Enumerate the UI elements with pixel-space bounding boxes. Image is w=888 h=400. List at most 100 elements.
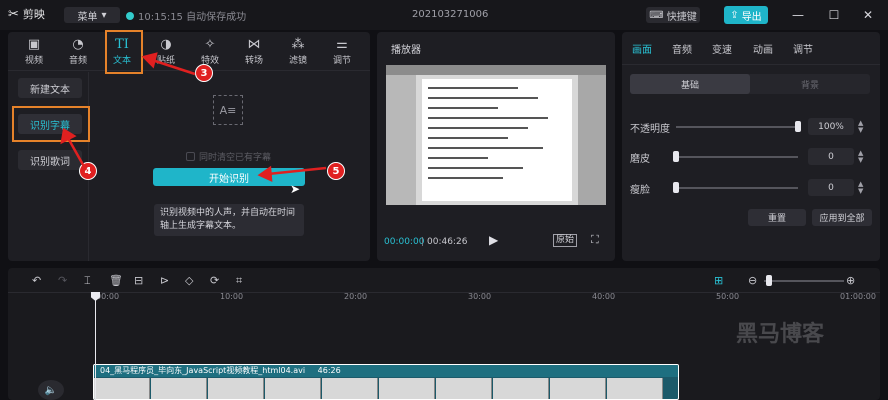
split-icon[interactable]: ⌶: [84, 274, 91, 288]
smooth-skin-label: 磨皮: [630, 154, 650, 165]
clip-name: 04_黑马程序员_毕向东_JavaScript视频教程_html04.avi: [100, 366, 306, 375]
preview-left-pane: [386, 75, 416, 205]
opacity-slider-thumb[interactable]: [795, 121, 801, 132]
app-logo: ✂ 剪映: [8, 6, 45, 22]
zoom-slider-thumb[interactable]: [766, 275, 772, 286]
clip-thumbnail: [436, 378, 492, 399]
playhead[interactable]: [95, 292, 96, 400]
menu-button[interactable]: 菜单 ▾: [64, 7, 120, 23]
total-time: 00:46:26: [427, 237, 468, 247]
preview-text-line: [428, 147, 543, 149]
smooth-skin-stepper[interactable]: ▲ ▼: [858, 150, 863, 164]
crop-icon[interactable]: ⌗: [236, 274, 242, 288]
preview-text-line: [428, 107, 498, 109]
video-clip[interactable]: 04_黑马程序员_毕向东_JavaScript视频教程_html04.avi 4…: [93, 364, 679, 400]
player-title: 播放器: [391, 45, 421, 56]
clip-thumbnail: [550, 378, 606, 399]
rotate-icon[interactable]: ⟳: [210, 274, 219, 287]
clip-thumbnail: [493, 378, 549, 399]
original-ratio-button[interactable]: 原始: [553, 234, 578, 247]
tab-adjust[interactable]: 调节: [793, 41, 813, 56]
smooth-skin-slider-thumb[interactable]: [673, 151, 679, 162]
preview-text-line: [428, 87, 518, 89]
mirror-icon[interactable]: ◇: [185, 274, 193, 287]
opacity-value[interactable]: 100%: [808, 118, 854, 135]
clip-thumbnail: [265, 378, 321, 399]
video-preview[interactable]: [386, 65, 606, 205]
clip-thumbnail: [151, 378, 207, 399]
opacity-slider[interactable]: [676, 126, 798, 128]
redo-icon[interactable]: ↷: [58, 274, 67, 287]
chevron-down-icon: ▾: [101, 9, 107, 21]
time-separator: |: [421, 237, 425, 247]
zoom-slider[interactable]: [764, 280, 844, 282]
keyboard-icon: ⌨: [649, 9, 664, 21]
inspector-panel: 画面 音频 变速 动画 调节 基础 背景 不透明度 100% ▲ ▼ 磨皮 0 ▲…: [622, 32, 880, 261]
ruler-label: 30:00: [468, 292, 492, 301]
shortcut-button[interactable]: ⌨ 快捷键: [646, 7, 700, 23]
tab-animation[interactable]: 动画: [753, 41, 773, 56]
smooth-skin-slider[interactable]: [676, 156, 798, 158]
minimize-icon[interactable]: —: [790, 7, 806, 23]
arrow-3: [151, 58, 196, 76]
freeze-frame-icon[interactable]: ⊟: [134, 274, 143, 287]
clip-thumbnail: [607, 378, 663, 399]
reset-button[interactable]: 重置: [748, 209, 806, 226]
arrow-4-head: [60, 127, 77, 145]
arrow-5: [267, 166, 327, 176]
arrow-5-head: [257, 165, 273, 183]
project-name: 202103271006: [412, 9, 489, 20]
menu-label: 菜单: [77, 11, 98, 23]
export-button[interactable]: ⇪ 导出: [724, 6, 768, 24]
tabs-divider: [622, 64, 880, 65]
opacity-stepper[interactable]: ▲ ▼: [858, 120, 863, 134]
save-status: 10:15:15 自动保存成功: [126, 8, 246, 23]
preview-text-line: [428, 157, 488, 159]
watermark: 黑马博客: [736, 322, 825, 347]
app-name: 剪映: [22, 8, 45, 21]
clip-thumbnail: [94, 378, 150, 399]
face-slim-value[interactable]: 0: [808, 179, 854, 196]
tab-picture[interactable]: 画面: [632, 41, 652, 56]
preview-text-line: [428, 137, 508, 139]
undo-icon[interactable]: ↶: [32, 274, 41, 287]
maximize-icon[interactable]: ☐: [826, 7, 842, 23]
preview-text-line: [428, 127, 528, 129]
close-icon[interactable]: ✕: [860, 7, 876, 23]
timeline-panel: ↶ ↷ ⌶ 🗑 ⊟ ⊳ ◇ ⟳ ⌗ ⊞ ⊖ ⊕ 00:00 10:00 20:0…: [8, 268, 880, 400]
snap-icon[interactable]: ⊞: [714, 274, 723, 287]
clip-thumbnail: [322, 378, 378, 399]
basic-background-switch: 基础 背景: [630, 74, 870, 94]
capcut-logo-icon: ✂: [8, 6, 19, 22]
reverse-icon[interactable]: ⊳: [160, 274, 169, 287]
speaker-icon: 🔈: [44, 384, 58, 396]
tab-speed[interactable]: 变速: [712, 41, 732, 56]
zoom-in-icon[interactable]: ⊕: [846, 274, 855, 287]
delete-icon[interactable]: 🗑: [109, 274, 123, 287]
export-label: 导出: [741, 11, 762, 23]
segment-background[interactable]: 背景: [750, 74, 870, 94]
apply-to-all-button[interactable]: 应用到全部: [812, 209, 872, 226]
ruler-label: 20:00: [344, 292, 368, 301]
zoom-out-icon[interactable]: ⊖: [748, 274, 757, 287]
tab-audio[interactable]: 音频: [672, 41, 692, 56]
opacity-label: 不透明度: [630, 124, 670, 135]
fullscreen-icon[interactable]: ⛶: [591, 233, 599, 247]
export-icon: ⇪: [730, 9, 739, 21]
face-slim-slider[interactable]: [676, 187, 798, 189]
preview-window-toolbar: [386, 65, 606, 75]
shortcut-label: 快捷键: [666, 11, 697, 23]
face-slim-stepper[interactable]: ▲ ▼: [858, 181, 863, 195]
segment-basic[interactable]: 基础: [630, 74, 750, 94]
smooth-skin-value[interactable]: 0: [808, 148, 854, 165]
face-slim-slider-thumb[interactable]: [673, 182, 679, 193]
ruler-label: 50:00: [716, 292, 740, 301]
timeline-toolbar-divider: [8, 292, 880, 293]
ruler-label: 40:00: [592, 292, 616, 301]
ruler-label: 10:00: [220, 292, 244, 301]
track-mute-button[interactable]: 🔈: [38, 380, 64, 400]
play-icon[interactable]: ▶: [489, 233, 498, 247]
arrow-4: [66, 137, 88, 171]
preview-text-line: [428, 177, 503, 179]
annotation-arrows: [60, 52, 327, 183]
